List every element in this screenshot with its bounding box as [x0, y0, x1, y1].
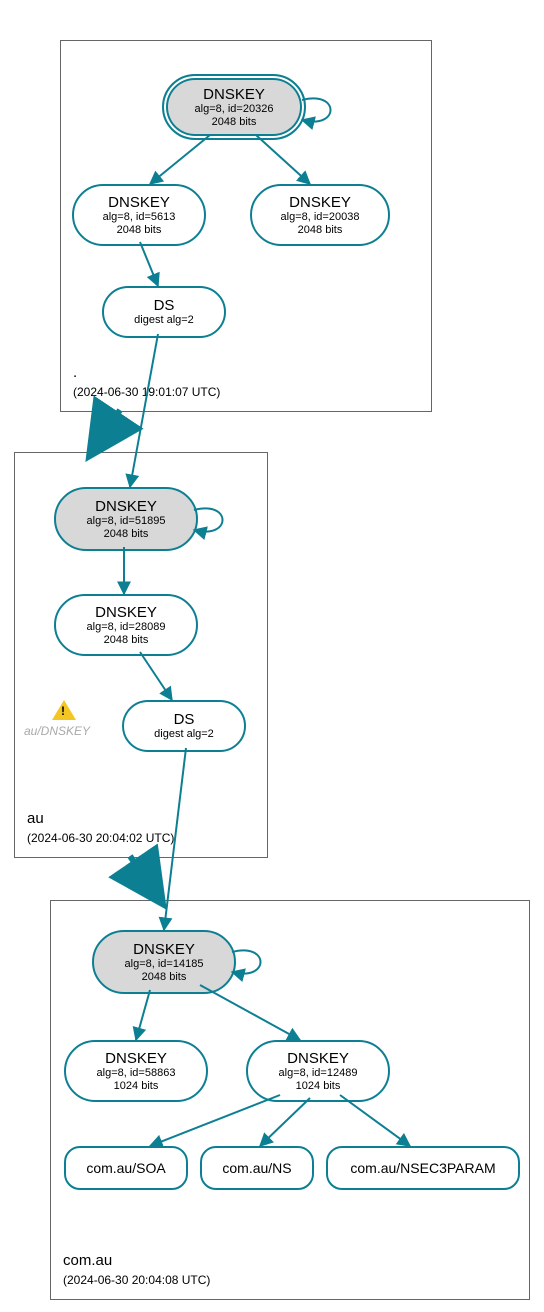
- rrset-nsec3param: com.au/NSEC3PARAM: [326, 1146, 520, 1190]
- node-detail: alg=8, id=5613: [74, 211, 204, 224]
- node-detail: alg=8, id=14185: [94, 958, 234, 971]
- node-detail: 2048 bits: [164, 116, 304, 129]
- rrset-label: com.au/NS: [222, 1160, 291, 1176]
- node-detail: alg=8, id=51895: [56, 515, 196, 528]
- rrset-label: com.au/NSEC3PARAM: [350, 1160, 495, 1176]
- comau-ksk-dnskey: DNSKEY alg=8, id=14185 2048 bits: [92, 930, 236, 994]
- node-detail: 2048 bits: [252, 224, 388, 237]
- au-ds: DS digest alg=2: [122, 700, 246, 752]
- node-title: DNSKEY: [66, 1050, 206, 1067]
- node-title: DNSKEY: [94, 941, 234, 958]
- node-detail: alg=8, id=20326: [164, 103, 304, 116]
- node-detail: 2048 bits: [74, 224, 204, 237]
- zone-comau-label: com.au: [63, 1252, 112, 1269]
- warning-icon: [52, 700, 76, 720]
- rrset-soa: com.au/SOA: [64, 1146, 188, 1190]
- warning-label: au/DNSKEY: [24, 724, 90, 738]
- comau-zsk2-dnskey: DNSKEY alg=8, id=12489 1024 bits: [246, 1040, 390, 1102]
- node-detail: alg=8, id=12489: [248, 1067, 388, 1080]
- node-title: DNSKEY: [56, 604, 196, 621]
- au-ksk-dnskey: DNSKEY alg=8, id=51895 2048 bits: [54, 487, 198, 551]
- node-title: DNSKEY: [56, 498, 196, 515]
- node-detail: 2048 bits: [56, 528, 196, 541]
- node-detail: digest alg=2: [124, 728, 244, 741]
- node-detail: 2048 bits: [94, 971, 234, 984]
- node-title: DS: [124, 711, 244, 728]
- node-title: DNSKEY: [248, 1050, 388, 1067]
- node-detail: alg=8, id=20038: [252, 211, 388, 224]
- node-detail: 1024 bits: [66, 1080, 206, 1093]
- node-detail: alg=8, id=28089: [56, 621, 196, 634]
- rrset-ns: com.au/NS: [200, 1146, 314, 1190]
- node-title: DNSKEY: [252, 194, 388, 211]
- root-ds: DS digest alg=2: [102, 286, 226, 338]
- comau-zsk1-dnskey: DNSKEY alg=8, id=58863 1024 bits: [64, 1040, 208, 1102]
- node-detail: 2048 bits: [56, 634, 196, 647]
- root-ksk-dnskey: DNSKEY alg=8, id=20326 2048 bits: [162, 74, 306, 140]
- node-title: DNSKEY: [74, 194, 204, 211]
- node-detail: alg=8, id=58863: [66, 1067, 206, 1080]
- zone-root-timestamp: (2024-06-30 19:01:07 UTC): [73, 385, 220, 399]
- root-zsk1-dnskey: DNSKEY alg=8, id=5613 2048 bits: [72, 184, 206, 246]
- zone-root-label: .: [73, 364, 77, 381]
- au-zsk-dnskey: DNSKEY alg=8, id=28089 2048 bits: [54, 594, 198, 656]
- node-detail: digest alg=2: [104, 314, 224, 327]
- node-detail: 1024 bits: [248, 1080, 388, 1093]
- node-title: DS: [104, 297, 224, 314]
- zone-au-label: au: [27, 810, 44, 827]
- rrset-label: com.au/SOA: [86, 1160, 165, 1176]
- zone-au-timestamp: (2024-06-30 20:04:02 UTC): [27, 831, 174, 845]
- root-zsk2-dnskey: DNSKEY alg=8, id=20038 2048 bits: [250, 184, 390, 246]
- node-title: DNSKEY: [164, 86, 304, 103]
- zone-comau-timestamp: (2024-06-30 20:04:08 UTC): [63, 1273, 210, 1287]
